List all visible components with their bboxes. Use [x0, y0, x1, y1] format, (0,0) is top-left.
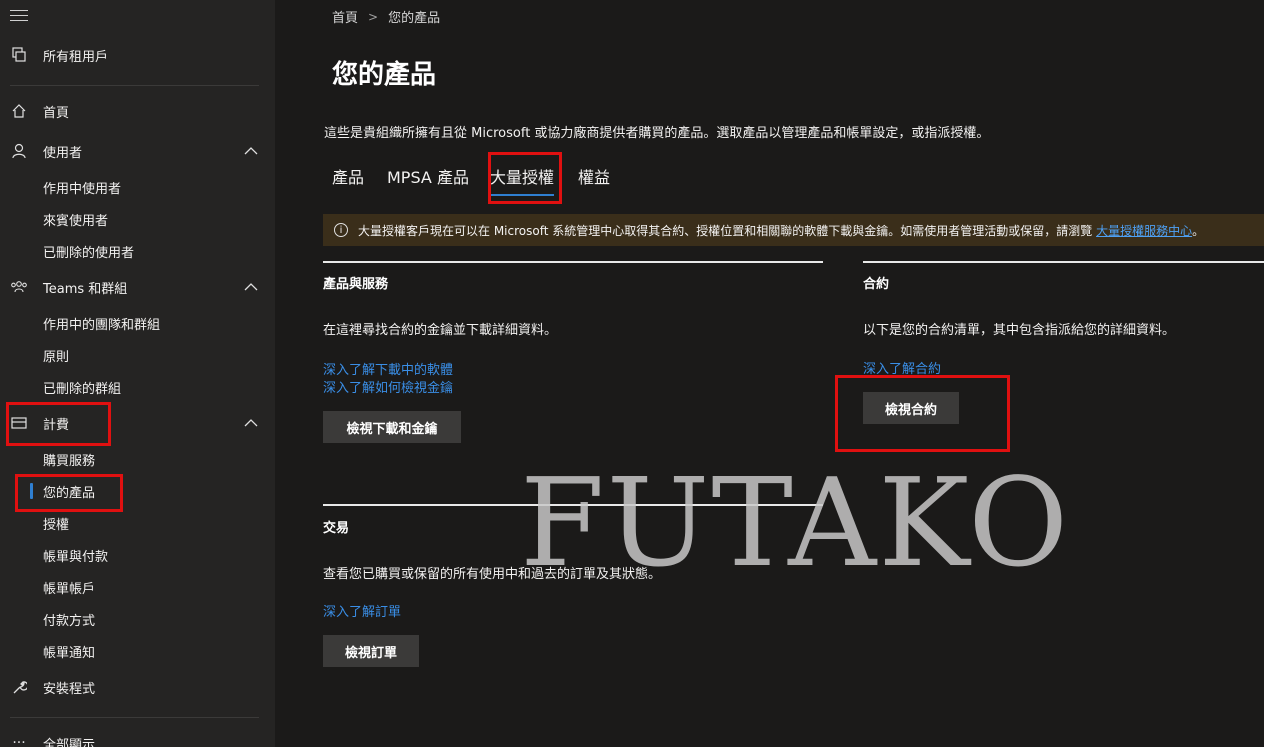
section-divider: [323, 504, 823, 506]
sidebar: 所有租用戶 首頁 使用者 作用中使用者 來賓使用者 已刪除的使用者 Teams …: [0, 0, 275, 747]
sidebar-item-setup[interactable]: 安裝程式: [0, 671, 275, 703]
section-divider: [863, 261, 1264, 263]
banner-text: 大量授權客戶現在可以在 Microsoft 系統管理中心取得其合約、授權位置和相…: [358, 222, 1204, 239]
home-icon: [10, 102, 28, 120]
sidebar-item-label: 計費: [43, 417, 70, 433]
sidebar-item-active-users[interactable]: 作用中使用者: [0, 173, 275, 201]
active-indicator: [30, 483, 33, 499]
divider: [10, 717, 259, 718]
sidebar-item-home[interactable]: 首頁: [0, 95, 275, 127]
sidebar-item-billing[interactable]: 計費: [0, 407, 275, 439]
section-text-products: 在這裡尋找合約的金鑰並下載詳細資料。: [323, 323, 558, 338]
sidebar-item-teams-groups[interactable]: Teams 和群組: [0, 271, 275, 303]
page-description: 這些是貴組織所擁有且從 Microsoft 或協力廠商提供者購買的產品。選取產品…: [324, 126, 990, 141]
sidebar-item-payment-methods[interactable]: 付款方式: [0, 605, 275, 633]
section-title-products: 產品與服務: [323, 277, 389, 292]
divider: [10, 85, 259, 86]
sidebar-item-label: 帳單與付款: [43, 549, 109, 565]
banner-link-vlsc[interactable]: 大量授權服務中心: [1096, 224, 1192, 238]
sidebar-item-label: 全部顯示: [43, 737, 96, 747]
sidebar-item-label: 帳單帳戶: [43, 581, 96, 597]
sidebar-item-label: 作用中使用者: [43, 181, 122, 197]
tenants-icon: [10, 46, 28, 64]
breadcrumb-current: 您的產品: [388, 11, 441, 26]
sidebar-item-policies[interactable]: 原則: [0, 341, 275, 369]
link-learn-view-keys[interactable]: 深入了解如何檢視金鑰: [323, 377, 453, 396]
tab-entitlements[interactable]: 權益: [578, 164, 610, 188]
sidebar-item-label: 帳單通知: [43, 645, 96, 661]
sidebar-item-deleted-groups[interactable]: 已刪除的群組: [0, 373, 275, 401]
sidebar-item-users[interactable]: 使用者: [0, 135, 275, 167]
sidebar-item-billing-accounts[interactable]: 帳單帳戶: [0, 573, 275, 601]
billing-card-icon: [10, 414, 28, 432]
sidebar-item-label: 購買服務: [43, 453, 96, 469]
wrench-icon: [10, 678, 28, 696]
tab-mpsa-products[interactable]: MPSA 產品: [387, 164, 469, 188]
sidebar-item-show-all[interactable]: ··· 全部顯示: [0, 727, 275, 747]
sidebar-item-label: 作用中的團隊和群組: [43, 317, 161, 333]
hamburger-menu-icon[interactable]: [10, 10, 28, 22]
sidebar-item-label: 首頁: [43, 105, 70, 121]
sidebar-item-label: 所有租用戶: [43, 49, 109, 65]
sidebar-item-label: 您的產品: [43, 485, 96, 501]
link-learn-download-software[interactable]: 深入了解下載中的軟體: [323, 359, 453, 378]
view-downloads-keys-button[interactable]: 檢視下載和金鑰: [323, 411, 461, 443]
sidebar-item-active-teams[interactable]: 作用中的團隊和群組: [0, 309, 275, 337]
sidebar-item-label: 使用者: [43, 145, 83, 161]
section-title-transactions: 交易: [323, 521, 350, 536]
link-learn-contracts[interactable]: 深入了解合約: [863, 358, 941, 377]
chevron-up-icon: [244, 283, 258, 291]
sidebar-item-guest-users[interactable]: 來賓使用者: [0, 205, 275, 233]
view-contracts-button[interactable]: 檢視合約: [863, 392, 959, 424]
sidebar-item-all-tenants[interactable]: 所有租用戶: [0, 39, 275, 71]
sidebar-item-label: 安裝程式: [43, 681, 96, 697]
banner-suffix: 。: [1192, 223, 1205, 238]
sidebar-item-label: 付款方式: [43, 613, 96, 629]
section-text-transactions: 查看您已購買或保留的所有使用中和過去的訂單及其狀態。: [323, 567, 662, 582]
sidebar-item-bills-payments[interactable]: 帳單與付款: [0, 541, 275, 569]
chevron-up-icon: [244, 419, 258, 427]
user-icon: [10, 142, 28, 160]
breadcrumb-home-link[interactable]: 首頁: [332, 7, 358, 26]
sidebar-item-label: 已刪除的群組: [43, 381, 122, 397]
sidebar-item-your-products[interactable]: 您的產品: [0, 477, 275, 505]
sidebar-item-label: 原則: [43, 349, 70, 365]
sidebar-item-billing-notifications[interactable]: 帳單通知: [0, 637, 275, 665]
page-title: 您的產品: [332, 60, 437, 90]
view-orders-button[interactable]: 檢視訂單: [323, 635, 419, 667]
section-divider: [323, 261, 823, 263]
info-icon: i: [334, 223, 348, 237]
more-icon: ···: [12, 735, 26, 747]
info-banner: i 大量授權客戶現在可以在 Microsoft 系統管理中心取得其合約、授權位置…: [323, 214, 1264, 246]
chevron-up-icon: [244, 147, 258, 155]
breadcrumb: 首頁 > 您的產品: [332, 7, 441, 27]
sidebar-item-label: 授權: [43, 517, 70, 533]
main-content: 首頁 > 您的產品 您的產品 這些是貴組織所擁有且從 Microsoft 或協力…: [275, 0, 1264, 747]
chevron-right-icon: >: [368, 9, 379, 24]
sidebar-item-label: 來賓使用者: [43, 213, 109, 229]
tab-volume-licensing[interactable]: 大量授權: [490, 164, 555, 196]
section-text-contracts: 以下是您的合約清單，其中包含指派給您的詳細資料。: [863, 323, 1176, 338]
teams-groups-icon: [10, 278, 28, 296]
sidebar-item-purchase-services[interactable]: 購買服務: [0, 445, 275, 473]
sidebar-item-deleted-users[interactable]: 已刪除的使用者: [0, 237, 275, 265]
link-learn-orders[interactable]: 深入了解訂單: [323, 601, 401, 620]
sidebar-item-licenses[interactable]: 授權: [0, 509, 275, 537]
sidebar-item-label: 已刪除的使用者: [43, 245, 135, 261]
banner-message: 大量授權客戶現在可以在 Microsoft 系統管理中心取得其合約、授權位置和相…: [358, 223, 1093, 238]
section-title-contracts: 合約: [863, 277, 890, 292]
tab-products[interactable]: 產品: [332, 164, 364, 188]
sidebar-item-label: Teams 和群組: [43, 281, 128, 297]
